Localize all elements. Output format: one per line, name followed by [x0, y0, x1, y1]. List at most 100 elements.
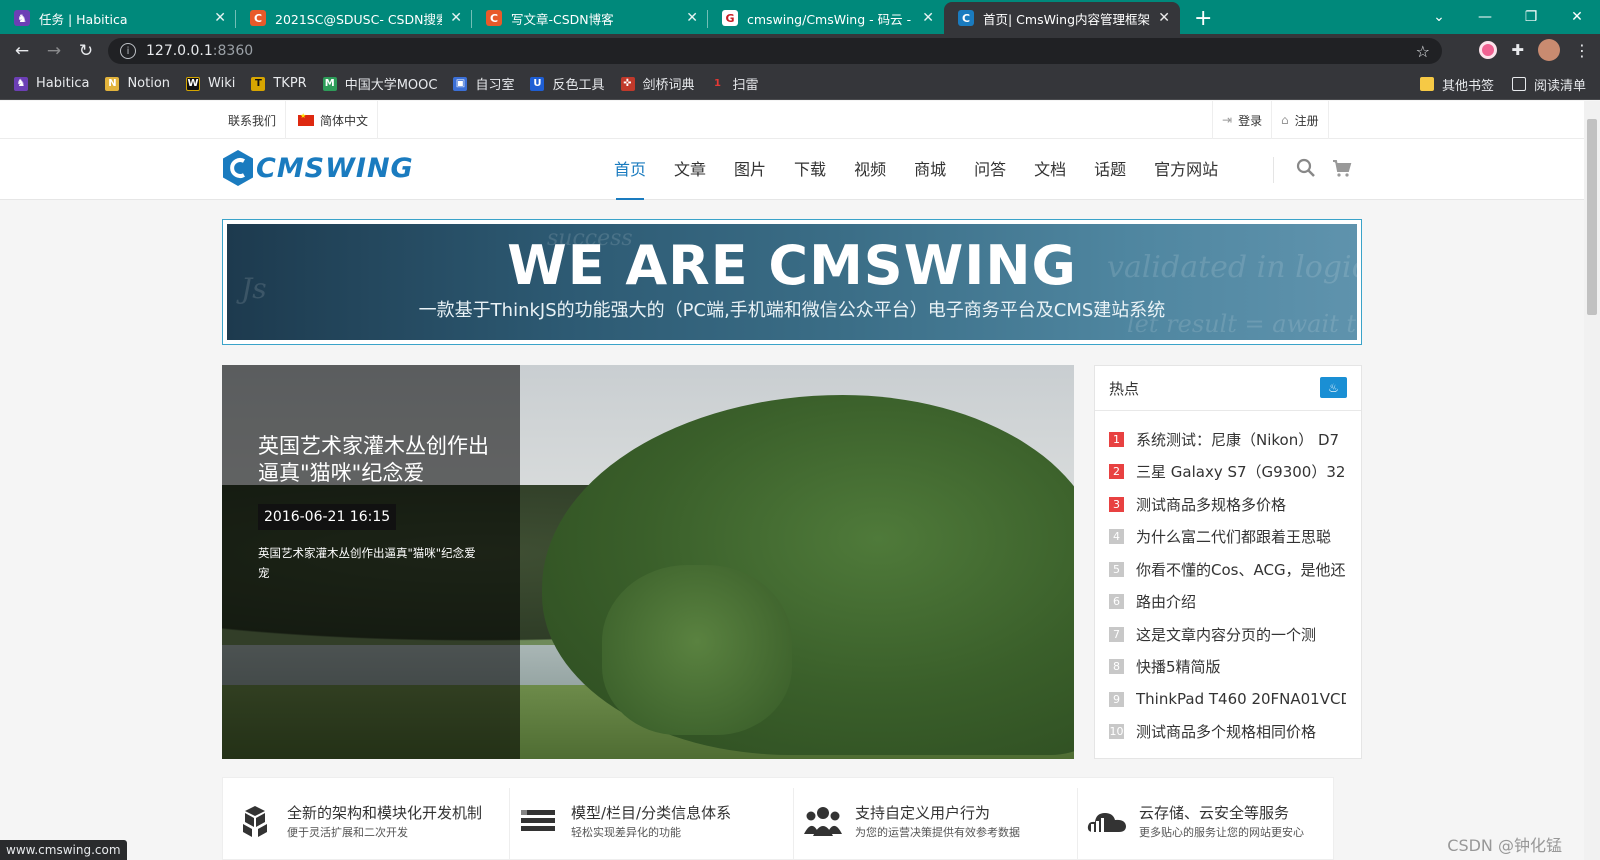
- tab-title: 写文章-CSDN博客: [511, 11, 614, 27]
- notion-icon: N: [105, 76, 120, 91]
- list-item[interactable]: 5 你看不懂的Cos、ACG，是他还: [1095, 553, 1361, 586]
- bookmark-invert-tool[interactable]: U 反色工具: [530, 74, 605, 93]
- tab-cmswing[interactable]: C 首页| CmsWing内容管理框架 ✕: [944, 2, 1180, 34]
- hero-banner[interactable]: success Js validated in logic let result…: [222, 219, 1362, 345]
- reload-icon[interactable]: ↻: [70, 41, 102, 61]
- puzzle-extensions-icon[interactable]: ✚: [1511, 41, 1524, 59]
- list-item[interactable]: 2 三星 Galaxy S7（G9300）32G: [1095, 456, 1361, 489]
- site-info-icon[interactable]: i: [120, 43, 136, 59]
- search-icon[interactable]: [1296, 158, 1316, 178]
- hot-item-text: 这是文章内容分页的一个测: [1136, 625, 1317, 644]
- kebab-menu-icon[interactable]: ⋮: [1574, 41, 1590, 60]
- bookmark-habitica[interactable]: ♞ Habitica: [14, 76, 89, 91]
- folder-icon: [1419, 77, 1434, 91]
- bookmark-tkpr[interactable]: T TKPR: [251, 76, 307, 91]
- browser-toolbar: ← → ↻ i 127.0.0.1:8360 ☆ ✚ ⋮: [0, 34, 1600, 68]
- tab-habitica[interactable]: ♞ 任务 | Habitica ✕: [0, 2, 236, 34]
- list-item[interactable]: 4 为什么富二代们都跟着王思聪: [1095, 521, 1361, 554]
- scrollbar-thumb[interactable]: [1587, 119, 1597, 315]
- bookmark-mooc[interactable]: M 中国大学MOOC: [322, 74, 438, 93]
- close-icon[interactable]: ✕: [922, 10, 934, 26]
- tab-csdn-search[interactable]: C 2021SC@SDUSC- CSDN搜索 ✕: [236, 2, 472, 34]
- address-bar[interactable]: i 127.0.0.1:8360 ☆: [108, 38, 1442, 64]
- bookmark-label: TKPR: [273, 76, 307, 91]
- tab-search-icon[interactable]: ⌄: [1416, 9, 1462, 25]
- rank-badge: 2: [1109, 464, 1124, 480]
- sign-in-icon: ⇥: [1222, 113, 1233, 127]
- forward-arrow-icon[interactable]: →: [38, 41, 70, 61]
- list-item[interactable]: 6 路由介绍: [1095, 586, 1361, 619]
- profile-avatar[interactable]: [1538, 39, 1560, 61]
- feature-subtitle: 轻松实现差异化的功能: [571, 826, 681, 839]
- close-icon[interactable]: ✕: [214, 10, 226, 26]
- slide-description: 英国艺术家灌木丛创作出逼真"猫咪"纪念爱宠: [258, 546, 476, 580]
- nav-official-site[interactable]: 官方网站: [1140, 139, 1232, 200]
- nav-mall[interactable]: 商城: [900, 139, 960, 200]
- contact-link[interactable]: 联系我们: [219, 101, 287, 139]
- list-item[interactable]: 1 系统测试：尼康（Nikon） D7: [1095, 423, 1361, 456]
- bookmark-label: 中国大学MOOC: [344, 78, 438, 93]
- page-scrollbar[interactable]: [1584, 101, 1600, 860]
- register-link[interactable]: ⌂ 注册: [1272, 101, 1329, 139]
- nav-pictures[interactable]: 图片: [720, 139, 780, 200]
- list-item[interactable]: 3 测试商品多规格多价格: [1095, 488, 1361, 521]
- bookmark-star-icon[interactable]: ☆: [1416, 42, 1430, 61]
- bookmark-label: 其他书签: [1441, 78, 1494, 94]
- tab-title: 首页| CmsWing内容管理框架: [983, 11, 1151, 27]
- bookmark-notion[interactable]: N Notion: [105, 76, 170, 91]
- rank-badge: 4: [1109, 529, 1124, 545]
- cart-icon[interactable]: [1332, 158, 1352, 178]
- nav-topics[interactable]: 话题: [1080, 139, 1140, 200]
- language-switch[interactable]: 简体中文: [289, 101, 379, 139]
- nav-divider: [1273, 157, 1274, 183]
- list-item[interactable]: 9 ThinkPad T460 20FNA01VCD1: [1095, 683, 1361, 716]
- restore-icon[interactable]: ❐: [1508, 9, 1554, 25]
- reading-list[interactable]: 阅读清单: [1511, 75, 1586, 94]
- hot-item-text: 为什么富二代们都跟着王思聪: [1136, 528, 1332, 547]
- cmswing-logo[interactable]: CMSWING: [222, 149, 414, 187]
- rank-badge: 5: [1109, 561, 1124, 577]
- nav-home[interactable]: 首页: [600, 139, 660, 200]
- nav-docs[interactable]: 文档: [1020, 139, 1080, 200]
- feature-subtitle: 为您的运营决策提供有效参考数据: [855, 826, 1020, 839]
- bookmark-minesweeper[interactable]: 1 扫雷: [711, 74, 759, 93]
- new-tab-button[interactable]: +: [1180, 2, 1226, 34]
- window-close-icon[interactable]: ✕: [1554, 9, 1600, 25]
- other-bookmarks[interactable]: 其他书签: [1419, 75, 1494, 94]
- feature-title: 模型/栏目/分类信息体系: [571, 804, 732, 822]
- feature-title: 支持自定义用户行为: [855, 804, 991, 822]
- close-icon[interactable]: ✕: [1158, 10, 1170, 26]
- close-icon[interactable]: ✕: [686, 10, 698, 26]
- extension-icon[interactable]: [1479, 41, 1498, 59]
- hot-item-text: 测试商品多个规格相同价格: [1136, 723, 1317, 742]
- login-link[interactable]: ⇥ 登录: [1212, 101, 1273, 139]
- bookmark-label: 阅读清单: [1533, 78, 1586, 94]
- bookmark-cambridge[interactable]: ✜ 剑桥词典: [620, 74, 695, 93]
- slide-title[interactable]: 英国艺术家灌木丛创作出逼真"猫咪"纪念爱: [258, 433, 498, 487]
- bookmark-study-room[interactable]: ▣ 自习室: [453, 74, 514, 93]
- list-item[interactable]: 10 测试商品多个规格相同价格: [1095, 716, 1361, 749]
- register-label: 注册: [1294, 113, 1319, 128]
- featured-slider[interactable]: 英国艺术家灌木丛创作出逼真"猫咪"纪念爱 2016-06-21 16:15 英国…: [222, 365, 1074, 759]
- nav-articles[interactable]: 文章: [660, 139, 720, 200]
- window-controls: ⌄ — ❐ ✕: [1416, 0, 1600, 34]
- bookmark-label: 自习室: [475, 78, 515, 93]
- list-item[interactable]: 7 这是文章内容分页的一个测: [1095, 618, 1361, 651]
- csdn-watermark: CSDN @钟化锰: [1447, 836, 1562, 855]
- nav-downloads[interactable]: 下载: [780, 139, 840, 200]
- close-icon[interactable]: ✕: [450, 10, 462, 26]
- nav-videos[interactable]: 视频: [840, 139, 900, 200]
- back-arrow-icon[interactable]: ←: [6, 41, 38, 61]
- tab-gitee[interactable]: G cmswing/CmsWing - 码云 - 开 ✕: [708, 2, 944, 34]
- list-item[interactable]: 8 快播5精简版: [1095, 651, 1361, 684]
- rank-badge: 9: [1109, 691, 1124, 707]
- minimize-icon[interactable]: —: [1462, 9, 1508, 25]
- tab-csdn-write[interactable]: C 写文章-CSDN博客 ✕: [472, 2, 708, 34]
- hot-item-text: 你看不懂的Cos、ACG，是他还: [1136, 560, 1346, 579]
- bookmark-wiki[interactable]: W Wiki: [186, 76, 235, 91]
- feature-title: 云存储、云安全等服务: [1139, 804, 1290, 822]
- wiki-icon: W: [186, 76, 201, 91]
- fire-icon[interactable]: ♨: [1320, 377, 1347, 398]
- nav-qa[interactable]: 问答: [960, 139, 1020, 200]
- site-topbar: 联系我们 简体中文 ⇥ 登录 ⌂ 注册: [0, 101, 1584, 139]
